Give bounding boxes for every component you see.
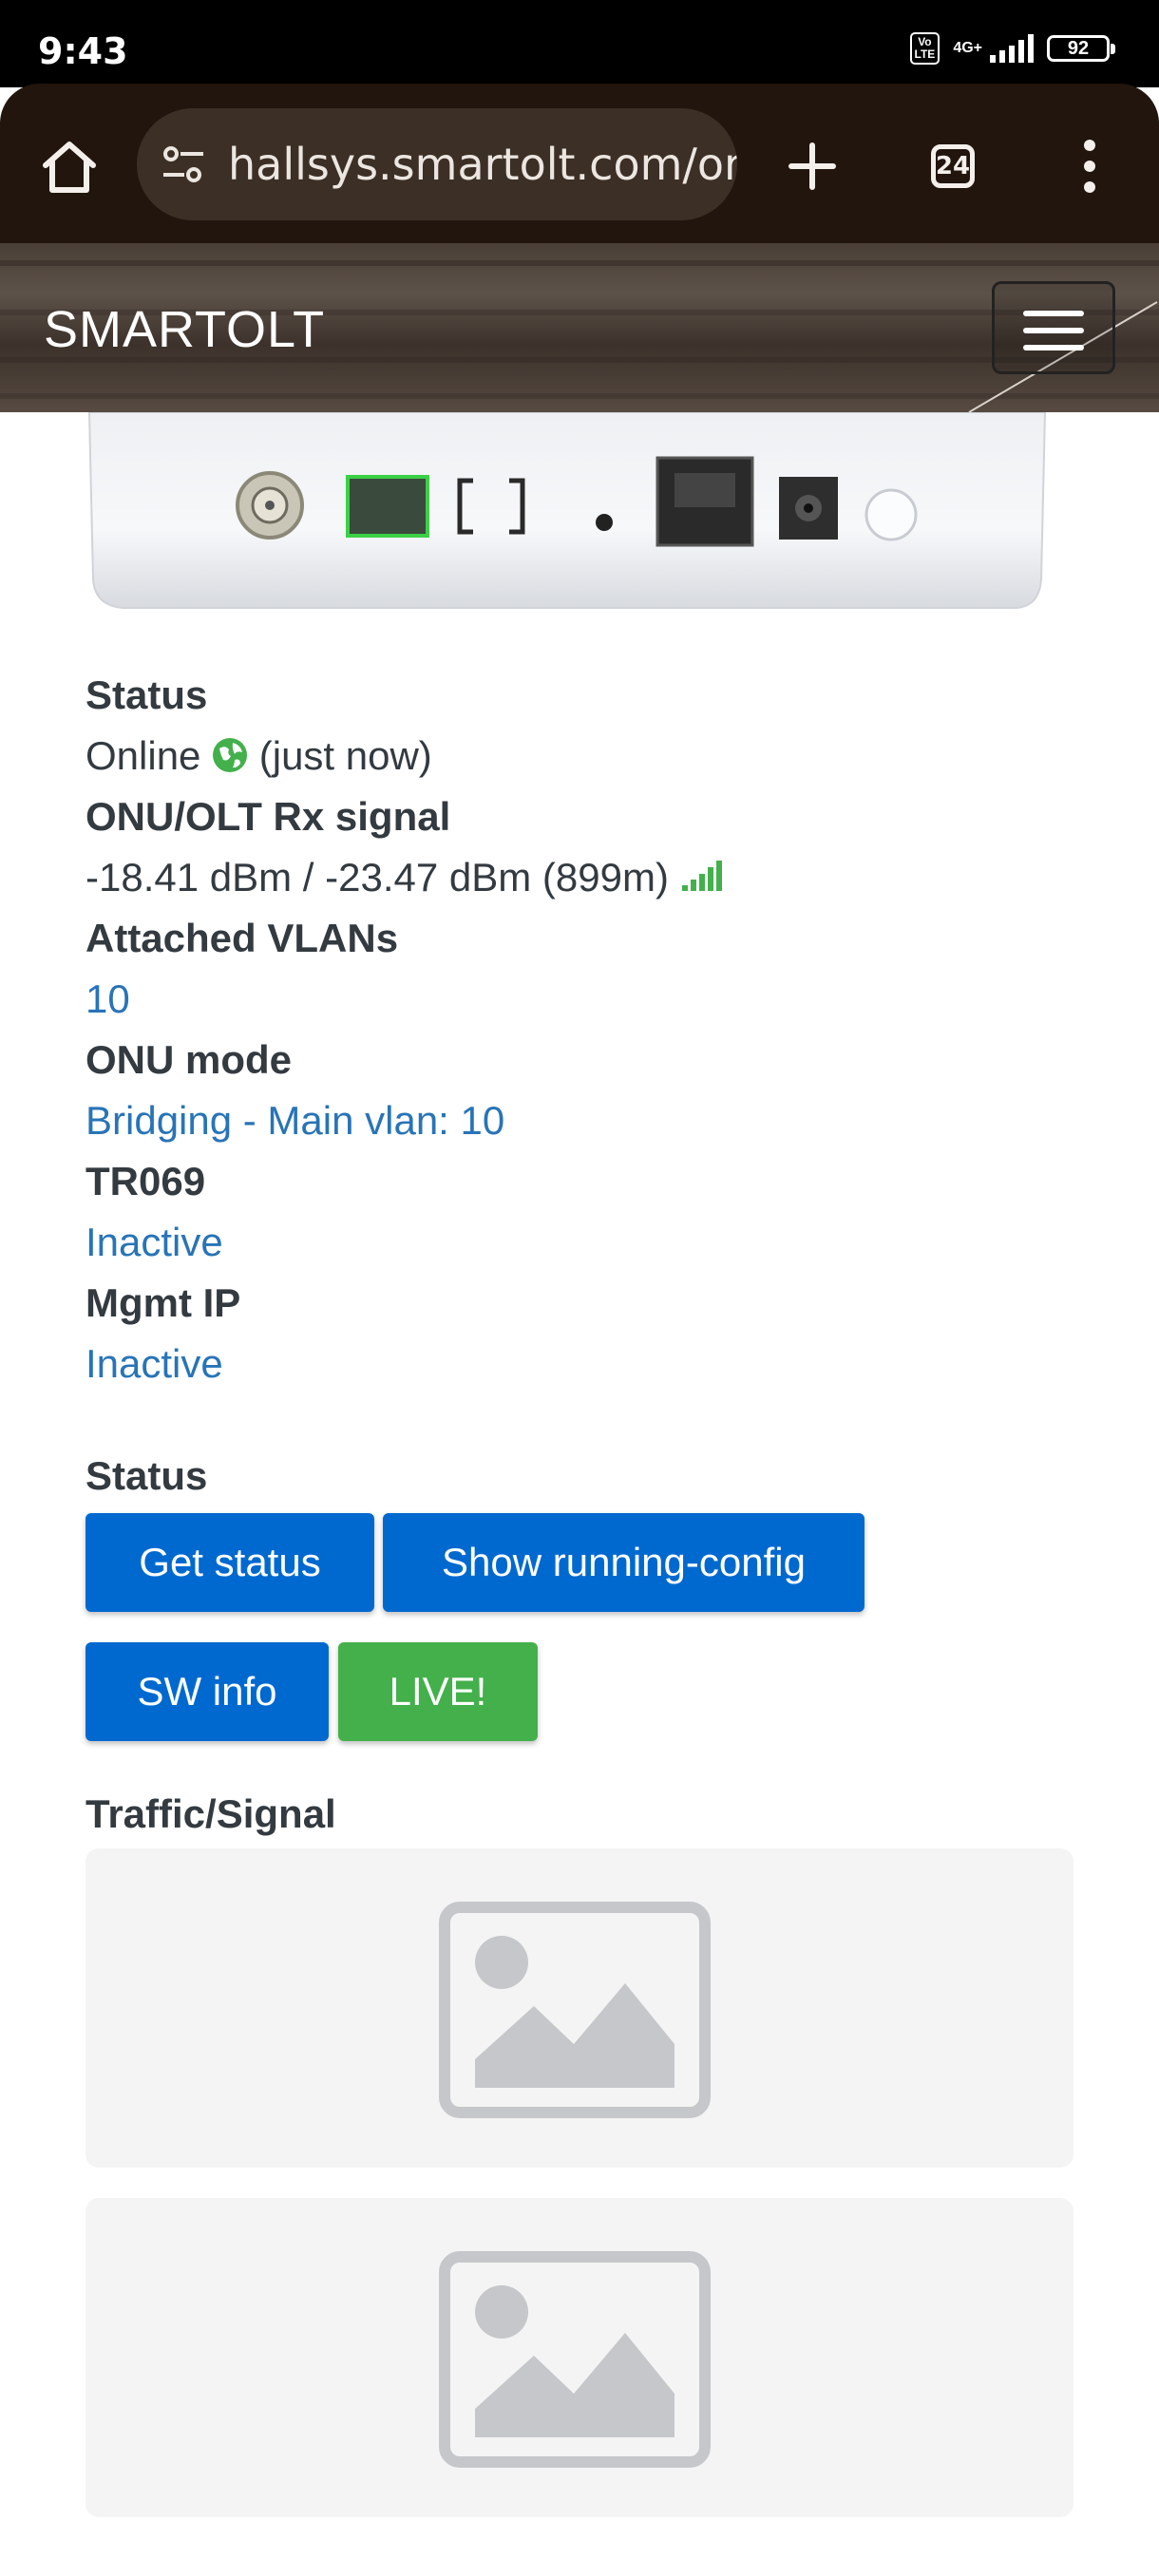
system-status-bar: 9:43 Vo LTE 4G+ 92 xyxy=(0,0,1159,87)
home-icon xyxy=(43,142,96,193)
status-icons: Vo LTE 4G+ 92 xyxy=(909,32,1115,65)
network-type: 4G+ xyxy=(953,40,982,56)
show-running-config-button[interactable]: Show running-config xyxy=(383,1513,864,1612)
site-navbar: SMARTOLT xyxy=(0,243,1159,412)
address-bar[interactable]: hallsys.smartolt.com/or xyxy=(137,108,737,220)
browser-menu-button[interactable] xyxy=(1056,133,1123,199)
clock: 9:43 xyxy=(38,30,128,72)
battery-level: 92 xyxy=(1067,37,1090,59)
onu-details: Status Online (just now) ONU/OLT Rx sign… xyxy=(86,665,1064,1394)
sw-info-button[interactable]: SW info xyxy=(86,1642,329,1741)
image-placeholder-icon xyxy=(439,2251,711,2468)
status-section-title: Status xyxy=(86,1453,208,1498)
site-settings-icon[interactable] xyxy=(162,142,205,186)
brand-logo[interactable]: SMARTOLT xyxy=(44,300,325,359)
rx-signal-value: -18.41 dBm / -23.47 dBm (899m) xyxy=(86,855,669,900)
onu-device-image xyxy=(86,411,1049,614)
nav-menu-button[interactable] xyxy=(992,281,1115,374)
plus-icon xyxy=(788,142,836,190)
get-status-button[interactable]: Get status xyxy=(86,1513,374,1612)
rx-signal-row: -18.41 dBm / -23.47 dBm (899m) xyxy=(86,847,1064,908)
traffic-signal-title: Traffic/Signal xyxy=(86,1791,336,1836)
vlans-label: Attached VLANs xyxy=(86,916,399,960)
status-label: Status xyxy=(86,672,208,717)
traffic-graph-placeholder xyxy=(86,1848,1074,2168)
globe-icon xyxy=(213,738,248,772)
tab-switcher-button[interactable]: 24 xyxy=(920,133,986,199)
battery-icon: 92 xyxy=(1047,35,1115,62)
signal-strength-icon xyxy=(990,34,1034,63)
onu-mode-label: ONU mode xyxy=(86,1037,293,1082)
image-placeholder-icon xyxy=(439,1902,711,2118)
browser-toolbar: hallsys.smartolt.com/or 24 xyxy=(0,84,1159,243)
tr069-link[interactable]: Inactive xyxy=(86,1212,1064,1273)
mgmt-ip-link[interactable]: Inactive xyxy=(86,1334,1064,1394)
signal-graph-placeholder xyxy=(86,2198,1074,2517)
mgmt-ip-label: Mgmt IP xyxy=(86,1280,241,1325)
live-button[interactable]: LIVE! xyxy=(338,1642,538,1741)
onu-mode-link[interactable]: Bridging - Main vlan: 10 xyxy=(86,1090,1064,1151)
rx-signal-label: ONU/OLT Rx signal xyxy=(86,794,451,839)
volte-icon: Vo LTE xyxy=(909,32,940,65)
status-value-row: Online (just now) xyxy=(86,726,1064,786)
tr069-label: TR069 xyxy=(86,1159,206,1203)
new-tab-button[interactable] xyxy=(779,133,846,199)
signal-bars-icon xyxy=(681,861,722,891)
vlans-link[interactable]: 10 xyxy=(86,969,1064,1030)
status-time: (just now) xyxy=(258,733,432,778)
url-text[interactable]: hallsys.smartolt.com/or xyxy=(228,139,737,190)
more-vert-icon xyxy=(1084,140,1095,193)
home-button[interactable] xyxy=(36,133,103,199)
tab-count: 24 xyxy=(931,144,975,188)
status-value: Online xyxy=(86,733,201,778)
